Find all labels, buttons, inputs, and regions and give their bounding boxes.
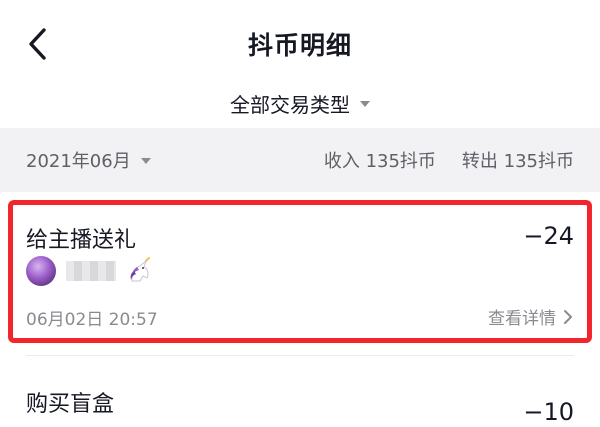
top-nav-bar: 抖币明细 (0, 0, 600, 88)
record-title: 给主播送礼 (26, 228, 137, 253)
transaction-type-dropdown[interactable]: 全部交易类型 (230, 88, 370, 118)
record-timestamp: 06月02日 20:57 (26, 310, 158, 330)
avatar (26, 256, 56, 286)
transaction-type-label: 全部交易类型 (230, 92, 350, 117)
transaction-type-filter: 全部交易类型 (0, 88, 600, 128)
view-details-link[interactable]: 查看详情 (488, 304, 574, 329)
transaction-record[interactable]: 给主播送礼 −24 06月02日 20:57 查看详情 (0, 192, 600, 356)
recipient-row (26, 256, 154, 286)
summary-totals: 收入 135抖币 转出 135抖币 (324, 147, 574, 173)
chevron-right-icon (564, 309, 572, 324)
income-total: 收入 135抖币 (323, 151, 436, 172)
unicorn-icon (130, 257, 150, 282)
month-label: 2021年06月 (26, 151, 131, 172)
transaction-record[interactable]: 购买盲盒 −10 (0, 356, 600, 427)
record-title: 购买盲盒 (26, 392, 115, 417)
caret-down-icon (140, 158, 151, 164)
month-summary-bar: 2021年06月 收入 135抖币 转出 135抖币 (0, 128, 600, 192)
record-amount: −24 (523, 222, 574, 250)
record-amount: −10 (523, 398, 574, 426)
blurred-username (66, 261, 116, 281)
page-title: 抖币明细 (247, 31, 352, 60)
month-selector[interactable]: 2021年06月 (26, 147, 151, 173)
caret-down-icon (360, 101, 370, 107)
view-details-label: 查看详情 (488, 309, 556, 329)
outgoing-total: 转出 135抖币 (461, 151, 574, 172)
